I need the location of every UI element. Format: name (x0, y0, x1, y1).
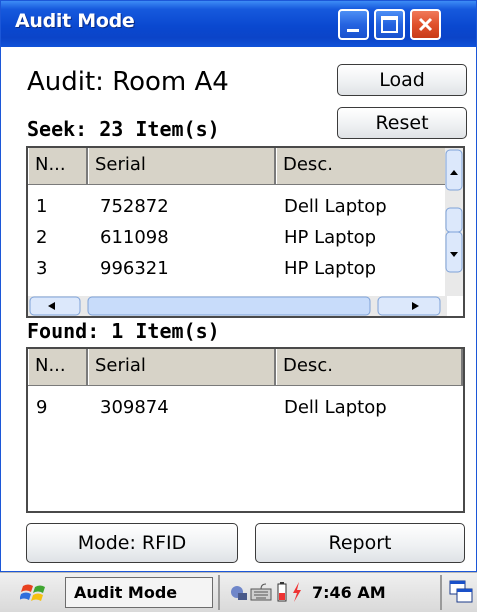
column-header-number[interactable]: N... (28, 148, 88, 184)
load-button[interactable]: Load (337, 64, 467, 96)
windows-flag-icon[interactable] (19, 579, 50, 606)
seek-horizontal-scrollbar[interactable] (28, 296, 447, 316)
keyboard-icon[interactable] (250, 582, 272, 602)
row-desc: Dell Laptop (284, 196, 387, 217)
row-number: 2 (36, 227, 48, 248)
reset-button[interactable]: Reset (337, 107, 467, 139)
row-desc: Dell Laptop (284, 397, 387, 418)
audit-heading: Audit: Room A4 (27, 67, 229, 97)
window-switch-icon (449, 580, 473, 603)
row-serial: 752872 (100, 196, 169, 217)
row-number: 1 (36, 196, 48, 217)
row-serial: 611098 (100, 227, 169, 248)
title-bar[interactable]: Audit Mode (1, 1, 476, 47)
column-header-desc[interactable]: Desc. (276, 349, 463, 385)
taskbar: Audit Mode 7:46 AM (0, 572, 477, 612)
seek-table[interactable]: N... Serial Desc. 1 752872 Dell Laptop 2… (26, 146, 465, 318)
row-desc: HP Laptop (284, 227, 377, 248)
table-row[interactable]: 3 996321 HP Laptop (28, 253, 447, 284)
taskbar-item-audit-mode[interactable]: Audit Mode (65, 577, 213, 608)
row-number: 3 (36, 258, 48, 279)
column-header-number[interactable]: N... (28, 349, 88, 385)
vertical-scrollbar-graphic (445, 148, 463, 296)
seek-vertical-scrollbar[interactable] (445, 148, 463, 296)
horizontal-scrollbar-graphic (28, 296, 447, 316)
window-switch-button[interactable] (440, 575, 477, 610)
column-header-desc[interactable]: Desc. (276, 148, 447, 184)
close-button[interactable] (410, 9, 441, 40)
seek-count-label: Seek: 23 Item(s) (27, 117, 220, 141)
maximize-icon (381, 16, 398, 33)
table-row[interactable]: 2 611098 HP Laptop (28, 222, 447, 253)
close-icon (418, 17, 433, 32)
seek-table-header: N... Serial Desc. (28, 148, 447, 185)
system-tray: 7:46 AM (218, 575, 440, 610)
minimize-icon (347, 29, 359, 32)
power-icon[interactable] (290, 581, 304, 603)
network-icon[interactable] (228, 582, 248, 602)
found-table-header: N... Serial Desc. (28, 349, 463, 386)
row-number: 9 (36, 397, 48, 418)
minimize-button[interactable] (338, 9, 369, 40)
row-desc: HP Laptop (284, 258, 377, 279)
table-row[interactable]: 1 752872 Dell Laptop (28, 191, 447, 222)
row-serial: 996321 (100, 258, 169, 279)
column-header-serial[interactable]: Serial (88, 148, 276, 184)
report-button[interactable]: Report (255, 523, 465, 563)
maximize-button[interactable] (374, 9, 405, 40)
app-window: Audit Mode Audit: Room A4 Load Reset See… (0, 0, 477, 572)
taskbar-clock[interactable]: 7:46 AM (312, 583, 386, 602)
battery-icon[interactable] (276, 581, 288, 603)
window-title: Audit Mode (15, 10, 135, 32)
mode-button[interactable]: Mode: RFID (26, 523, 238, 563)
row-serial: 309874 (100, 397, 169, 418)
table-row[interactable]: 9 309874 Dell Laptop (28, 392, 463, 423)
found-table[interactable]: N... Serial Desc. 9 309874 Dell Laptop (26, 347, 465, 513)
column-header-serial[interactable]: Serial (88, 349, 276, 385)
found-count-label: Found: 1 Item(s) (27, 319, 220, 343)
